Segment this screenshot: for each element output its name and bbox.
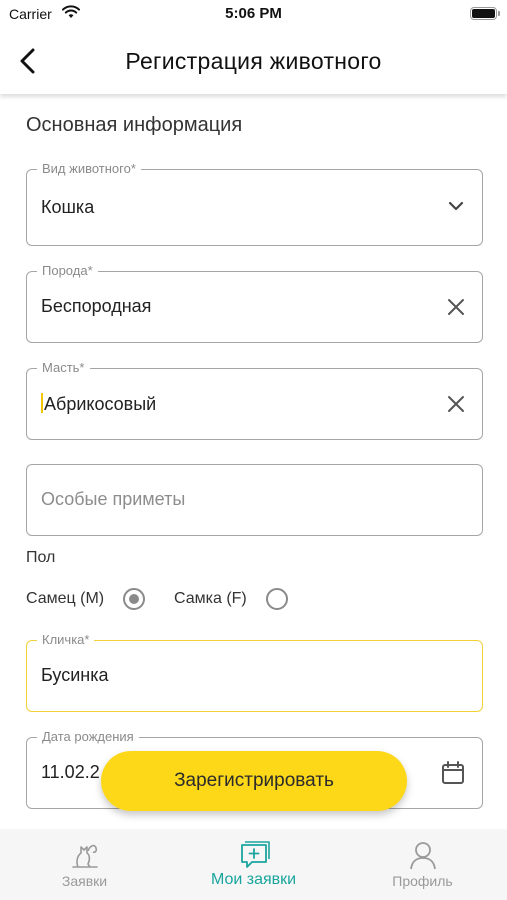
tab-my-requests[interactable]: Мои заявки xyxy=(169,829,338,900)
color-value-wrapper: Абрикосовый xyxy=(41,393,156,415)
nickname-label: Кличка* xyxy=(37,632,95,647)
tab-requests-label: Заявки xyxy=(61,873,108,889)
app-header: Регистрация животного xyxy=(0,30,507,94)
status-time: 5:06 PM xyxy=(225,5,282,22)
profile-icon xyxy=(409,842,436,870)
tab-requests[interactable]: Заявки xyxy=(0,829,169,900)
tab-profile[interactable]: Профиль xyxy=(338,829,507,900)
text-caret xyxy=(41,393,43,413)
breed-label: Порода* xyxy=(37,263,98,278)
chevron-down-icon[interactable] xyxy=(444,194,468,218)
species-label: Вид животного* xyxy=(37,161,141,176)
gender-male-label: Самец (M) xyxy=(26,590,105,607)
gender-label: Пол xyxy=(26,549,56,566)
gender-female-radio[interactable] xyxy=(265,588,288,610)
battery-icon xyxy=(470,7,500,20)
gender-option-female[interactable]: Самка (F) xyxy=(174,588,288,610)
gender-option-male[interactable]: Самец (M) xyxy=(26,588,146,610)
color-value: Абрикосовый xyxy=(44,394,157,414)
pets-icon xyxy=(71,844,98,868)
species-select[interactable]: Вид животного* Кошка xyxy=(26,161,483,246)
birth-date-value: 11.02.2 xyxy=(41,762,100,782)
close-icon[interactable] xyxy=(444,295,468,319)
section-title: Основная информация xyxy=(26,114,243,136)
nickname-value: Бусинка xyxy=(41,665,109,685)
color-label: Масть* xyxy=(37,360,90,375)
special-features-placeholder: Особые приметы xyxy=(41,489,186,509)
birth-date-label: Дата рождения xyxy=(37,729,139,744)
breed-value: Беспородная xyxy=(41,296,152,316)
color-field[interactable]: Масть* Абрикосовый xyxy=(26,360,483,440)
gender-female-label: Самка (F) xyxy=(174,590,247,607)
nickname-field[interactable]: Кличка* Бусинка xyxy=(26,632,483,712)
tab-profile-label: Профиль xyxy=(392,873,453,889)
breed-field[interactable]: Порода* Беспородная xyxy=(26,263,483,343)
special-features-field[interactable]: Особые приметы xyxy=(26,464,483,536)
page-title: Регистрация животного xyxy=(125,48,382,74)
close-icon[interactable] xyxy=(444,392,468,416)
calendar-icon[interactable] xyxy=(440,760,466,786)
gender-male-radio[interactable] xyxy=(123,588,146,610)
register-button[interactable]: Зарегистрировать xyxy=(101,751,407,811)
tab-my-requests-label: Мои заявки xyxy=(210,871,297,888)
species-value: Кошка xyxy=(41,197,95,217)
status-bar: Carrier 5:06 PM xyxy=(0,0,507,30)
add-request-icon xyxy=(240,841,270,868)
bottom-tab-bar: Заявки Мои заявки Профиль xyxy=(0,829,507,900)
